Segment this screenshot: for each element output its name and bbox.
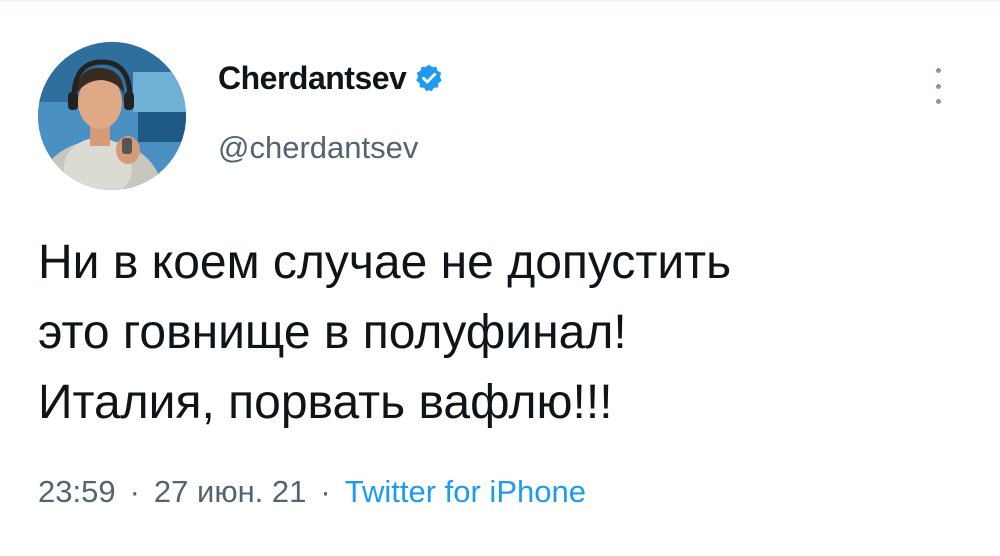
more-dot bbox=[935, 99, 941, 104]
verified-badge-icon bbox=[414, 63, 444, 93]
more-vertical-icon[interactable] bbox=[926, 58, 950, 114]
avatar[interactable] bbox=[38, 42, 186, 190]
source-link[interactable]: Twitter for iPhone bbox=[345, 474, 586, 510]
tweet-time[interactable]: 23:59 bbox=[38, 474, 116, 510]
avatar-image bbox=[38, 42, 186, 190]
tweet-text: Ни в коем случае не допустить это говнищ… bbox=[38, 228, 978, 438]
more-dot bbox=[935, 83, 941, 89]
meta-separator: · bbox=[129, 474, 140, 509]
more-dot bbox=[935, 68, 941, 73]
user-handle[interactable]: @cherdantsev bbox=[218, 130, 418, 166]
author-name-row[interactable]: Cherdantsev bbox=[218, 58, 444, 98]
divider bbox=[0, 0, 1000, 2]
tweet-text-line: Италия, порвать вафлю!!! bbox=[38, 376, 613, 429]
tweet-date[interactable]: 27 июн. 21 bbox=[154, 474, 307, 510]
tweet-card: Cherdantsev @cherdantsev Ни в коем случа… bbox=[0, 0, 1000, 556]
meta-separator: · bbox=[320, 474, 331, 509]
tweet-text-line: Ни в коем случае не допустить bbox=[38, 236, 732, 289]
tweet-text-line: это говнище в полуфинал! bbox=[38, 306, 627, 359]
display-name[interactable]: Cherdantsev bbox=[218, 60, 407, 97]
tweet-meta: 23:59 · 27 июн. 21 · Twitter for iPhone bbox=[38, 474, 586, 510]
